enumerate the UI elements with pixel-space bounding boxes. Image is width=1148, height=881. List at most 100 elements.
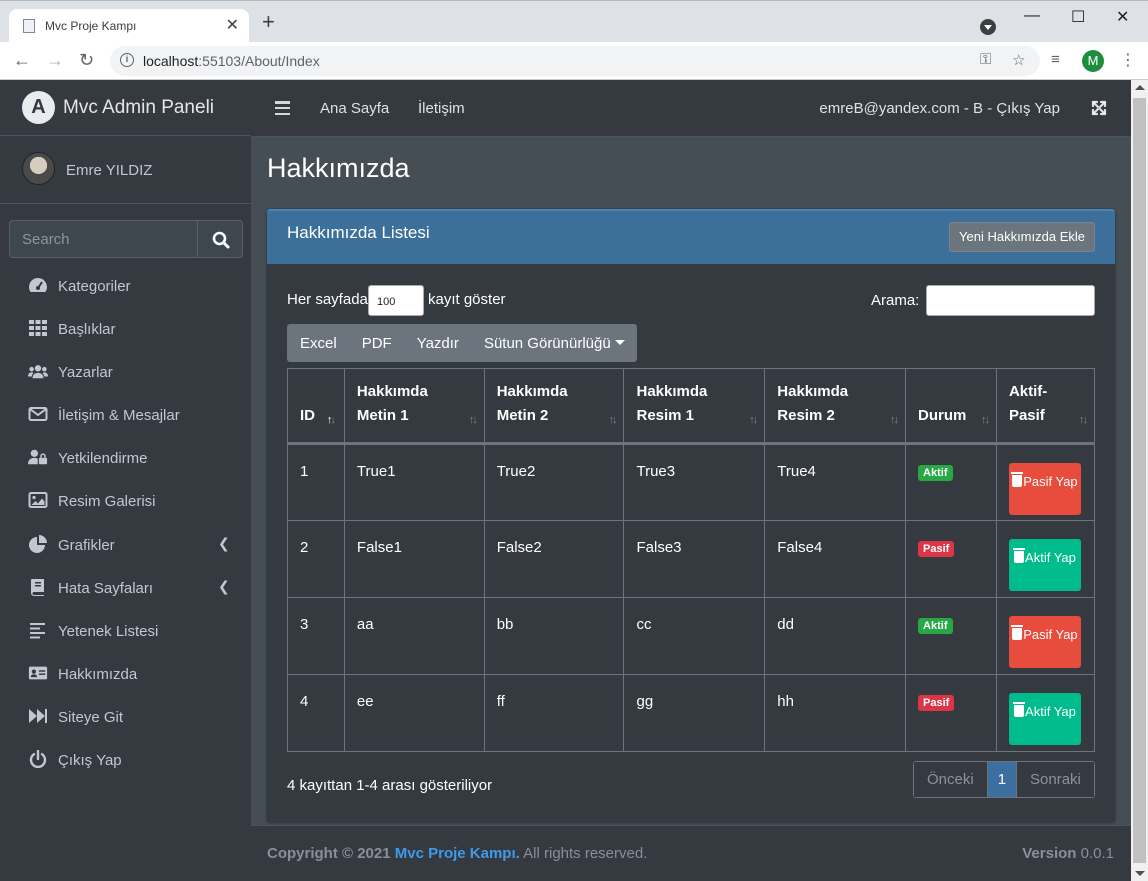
- pdf-button[interactable]: PDF: [349, 324, 404, 362]
- scroll-up-icon[interactable]: [1135, 85, 1145, 90]
- make-passive-button[interactable]: Pasif Yap: [1008, 616, 1081, 668]
- page-length-suffix: kayıt göster: [428, 291, 506, 308]
- cell-resim1: gg: [623, 674, 766, 752]
- table-search-input[interactable]: [926, 285, 1095, 316]
- sidebar-item-siteye-git[interactable]: Siteye Git: [0, 695, 251, 738]
- print-button[interactable]: Yazdır: [404, 324, 471, 362]
- browser-menu-icon[interactable]: ⋮: [1120, 50, 1136, 70]
- sidebar-item-label: Başlıklar: [58, 321, 116, 339]
- table-info: 4 kayıttan 1-4 arası gösteriliyor: [287, 777, 493, 794]
- sidebar-item-basliklar[interactable]: Başlıklar: [0, 307, 251, 350]
- reload-icon[interactable]: ↻: [79, 50, 94, 70]
- address-bar[interactable]: i localhost:55103/About/Index ⚿ ☆: [110, 46, 1040, 76]
- media-control-icon[interactable]: ≡: [1051, 51, 1060, 68]
- tab-close-icon[interactable]: ✕: [226, 15, 239, 35]
- cell-resim2: True4: [764, 443, 907, 521]
- cell-resim1: cc: [623, 597, 766, 675]
- excel-button[interactable]: Excel: [287, 324, 349, 362]
- caret-down-icon: [614, 340, 625, 345]
- cell-status: Pasif: [905, 674, 997, 752]
- add-about-button[interactable]: Yeni Hakkımızda Ekle: [949, 222, 1095, 252]
- book-icon: [31, 578, 44, 596]
- site-info-icon[interactable]: i: [120, 53, 134, 67]
- pagination-page[interactable]: 1: [987, 762, 1018, 797]
- copyright-text: Copyright © 2021: [267, 845, 391, 862]
- sidebar-search-input[interactable]: [9, 220, 198, 258]
- trash-icon: [1011, 625, 1024, 640]
- scroll-thumb[interactable]: [1133, 98, 1146, 863]
- page-scrollbar[interactable]: [1131, 80, 1148, 881]
- user-name[interactable]: Emre YILDIZ: [66, 162, 152, 179]
- user-logout-link[interactable]: emreB@yandex.com - B - Çıkış Yap: [819, 100, 1060, 117]
- user-avatar: [22, 152, 55, 185]
- brand[interactable]: A Mvc Admin Paneli: [0, 80, 251, 136]
- bookmark-star-icon[interactable]: ☆: [1012, 51, 1025, 69]
- cell-status: Aktif: [905, 443, 997, 521]
- column-header-resim2[interactable]: Hakkımda Resim 2 ↑↓: [764, 368, 907, 444]
- key-icon[interactable]: ⚿: [980, 51, 991, 68]
- sidebar-item-kategoriler[interactable]: Kategoriler: [0, 264, 251, 307]
- minimize-icon[interactable]: —: [1024, 7, 1040, 25]
- column-header-metin1[interactable]: Hakkımda Metin 1 ↑↓: [343, 368, 485, 444]
- sidebar-item-hakkimizda[interactable]: Hakkımızda: [0, 652, 251, 695]
- column-header-resim1[interactable]: Hakkımda Resim 1 ↑↓: [623, 368, 766, 444]
- scroll-down-icon[interactable]: [1135, 871, 1145, 876]
- back-icon[interactable]: ←: [13, 50, 31, 70]
- status-badge: Aktif: [918, 465, 953, 481]
- sidebar-item-resim-galerisi[interactable]: Resim Galerisi: [0, 479, 251, 522]
- sidebar-item-label: Yetkilendirme: [58, 450, 148, 468]
- cell-metin2: ff: [483, 674, 625, 752]
- sidebar-item-iletisim-mesajlar[interactable]: İletişim & Mesajlar: [0, 393, 251, 436]
- forward-icon[interactable]: →: [46, 50, 64, 70]
- footer-site-link[interactable]: Mvc Proje Kampı.: [395, 845, 520, 862]
- make-active-button[interactable]: Aktif Yap: [1008, 693, 1081, 745]
- fullscreen-expand-icon[interactable]: [1091, 100, 1107, 116]
- make-active-button[interactable]: Aktif Yap: [1008, 539, 1081, 591]
- action-label: Aktif Yap: [1025, 550, 1076, 565]
- browser-toolbar: ← → ↻ i localhost:55103/About/Index ⚿ ☆ …: [0, 42, 1148, 80]
- column-header-aktif-pasif[interactable]: Aktif-Pasif ↑↓: [995, 368, 1096, 444]
- trash-icon: [1013, 702, 1026, 717]
- profile-avatar[interactable]: M: [1082, 50, 1104, 72]
- column-visibility-button[interactable]: Sütun Görünürlüğü: [471, 324, 637, 362]
- cell-id: 3: [287, 597, 345, 675]
- sidebar-item-label: Hakkımızda: [58, 665, 138, 683]
- dashboard-gauge-icon: [29, 278, 47, 292]
- column-header-label: Hakkımda Metin 2: [496, 383, 568, 424]
- column-header-label: ID: [300, 407, 315, 424]
- sidebar-search: [9, 220, 243, 258]
- tab-search-icon[interactable]: [980, 19, 996, 35]
- new-tab-icon[interactable]: +: [262, 11, 275, 33]
- sidebar-item-hata-sayfalari[interactable]: Hata Sayfaları ❮: [0, 566, 251, 609]
- sidebar-item-yetenek-listesi[interactable]: Yetenek Listesi: [0, 609, 251, 652]
- export-button-group: Excel PDF Yazdır Sütun Görünürlüğü: [287, 324, 637, 362]
- pagination-next[interactable]: Sonraki: [1017, 762, 1094, 797]
- sidebar-item-grafikler[interactable]: Grafikler ❮: [0, 523, 251, 566]
- sidebar-item-yazarlar[interactable]: Yazarlar: [0, 350, 251, 393]
- sidebar-search-button[interactable]: [197, 220, 243, 258]
- window-close-icon[interactable]: ✕: [1116, 7, 1129, 27]
- sidebar-item-cikis-yap[interactable]: Çıkış Yap: [0, 738, 251, 781]
- make-passive-button[interactable]: Pasif Yap: [1008, 463, 1081, 515]
- sort-icon: ↑↓: [608, 414, 617, 426]
- nav-link-iletisim[interactable]: İletişim: [418, 100, 465, 117]
- browser-tab[interactable]: Mvc Proje Kampı ✕: [9, 9, 249, 43]
- about-table: ID ↑↓ Hakkımda Metin 1 ↑↓ Hakkımda Metin 2…: [287, 368, 1096, 752]
- about-list-card: Hakkımızda Listesi Yeni Hakkımızda Ekle …: [267, 209, 1115, 822]
- menu-toggle-icon[interactable]: [275, 101, 290, 116]
- sidebar-item-label: İletişim & Mesajlar: [58, 407, 180, 425]
- column-header-durum[interactable]: Durum ↑↓: [905, 368, 997, 444]
- trash-icon: [1013, 548, 1026, 563]
- maximize-icon[interactable]: ☐: [1071, 7, 1085, 27]
- chevron-left-icon: ❮: [218, 577, 230, 594]
- column-header-id[interactable]: ID ↑↓: [287, 368, 345, 444]
- column-header-metin2[interactable]: Hakkımda Metin 2 ↑↓: [483, 368, 625, 444]
- cell-metin1: False1: [343, 520, 485, 598]
- nav-link-ana-sayfa[interactable]: Ana Sayfa: [320, 100, 389, 117]
- page-length-select[interactable]: 100: [368, 285, 424, 316]
- grid-icon: [29, 320, 47, 337]
- pagination-previous[interactable]: Önceki: [914, 762, 988, 797]
- sidebar-item-yetkilendirme[interactable]: Yetkilendirme: [0, 436, 251, 479]
- brand-text: Mvc Admin Paneli: [63, 97, 215, 118]
- image-icon: [28, 492, 48, 509]
